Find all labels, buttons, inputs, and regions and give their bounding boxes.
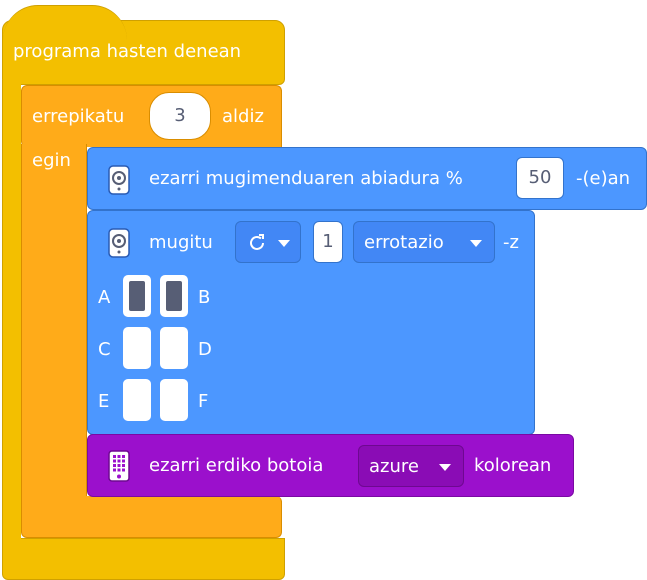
port-b-toggle[interactable] — [160, 275, 188, 317]
chevron-down-icon — [278, 240, 290, 247]
amount-input[interactable]: 1 — [313, 221, 343, 263]
port-a-toggle[interactable] — [123, 275, 151, 317]
motor-icon — [108, 228, 130, 258]
move-suffix-label: -z — [503, 232, 519, 253]
port-label-c: C — [98, 339, 111, 360]
unit-value: errotazio — [364, 232, 444, 253]
chevron-down-icon — [470, 240, 482, 247]
when-program-starts-block[interactable]: programa hasten denean — [2, 5, 285, 85]
motor-icon — [108, 165, 130, 195]
port-label-e: E — [98, 391, 110, 412]
repeat-block-arm: egin — [21, 144, 87, 504]
color-dropdown[interactable]: azure — [358, 445, 464, 487]
repeat-do-label: egin — [32, 150, 71, 171]
chevron-down-icon — [439, 464, 451, 471]
port-label-f: F — [198, 391, 209, 412]
set-speed-label: ezarri mugimenduaren abiadura % — [149, 168, 463, 189]
repeat-times-label: aldiz — [222, 106, 264, 127]
port-label-a: A — [98, 287, 111, 308]
speed-value: 50 — [528, 167, 552, 188]
repeat-label: errepikatu — [32, 106, 125, 127]
move-label: mugitu — [149, 232, 213, 253]
speed-suffix-label: -(e)an — [576, 168, 631, 189]
amount-value: 1 — [322, 231, 334, 252]
hat-block-top — [3, 5, 127, 40]
set-center-button-color-block[interactable]: ezarri erdiko botoia azure kolorean — [87, 434, 574, 497]
speed-value-input[interactable]: 50 — [516, 157, 564, 199]
port-c-toggle[interactable] — [123, 327, 151, 369]
color-suffix-label: kolorean — [474, 455, 552, 476]
repeat-count-input[interactable]: 3 — [149, 92, 211, 140]
set-center-button-label: ezarri erdiko botoia — [149, 455, 324, 476]
port-d-toggle[interactable] — [160, 327, 188, 369]
rotate-clockwise-icon — [250, 234, 264, 250]
port-f-toggle[interactable] — [160, 379, 188, 421]
hat-block-footer — [2, 538, 285, 580]
set-speed-block[interactable]: ezarri mugimenduaren abiadura % 50 -(e)a… — [87, 147, 647, 210]
hat-block-label: programa hasten denean — [13, 41, 242, 62]
repeat-count-value: 3 — [174, 105, 186, 126]
repeat-block-bottom — [21, 496, 282, 538]
move-motors-block[interactable]: mugitu 1 errotazio -z A B C D E F — [87, 210, 535, 435]
port-label-d: D — [198, 339, 212, 360]
hat-block-arm — [2, 80, 21, 540]
color-value: azure — [369, 456, 419, 477]
repeat-block[interactable]: errepikatu 3 aldiz — [21, 85, 282, 147]
hub-icon — [108, 450, 130, 482]
direction-dropdown[interactable] — [235, 221, 301, 263]
port-e-toggle[interactable] — [123, 379, 151, 421]
unit-dropdown[interactable]: errotazio — [353, 221, 495, 263]
port-label-b: B — [198, 287, 211, 308]
